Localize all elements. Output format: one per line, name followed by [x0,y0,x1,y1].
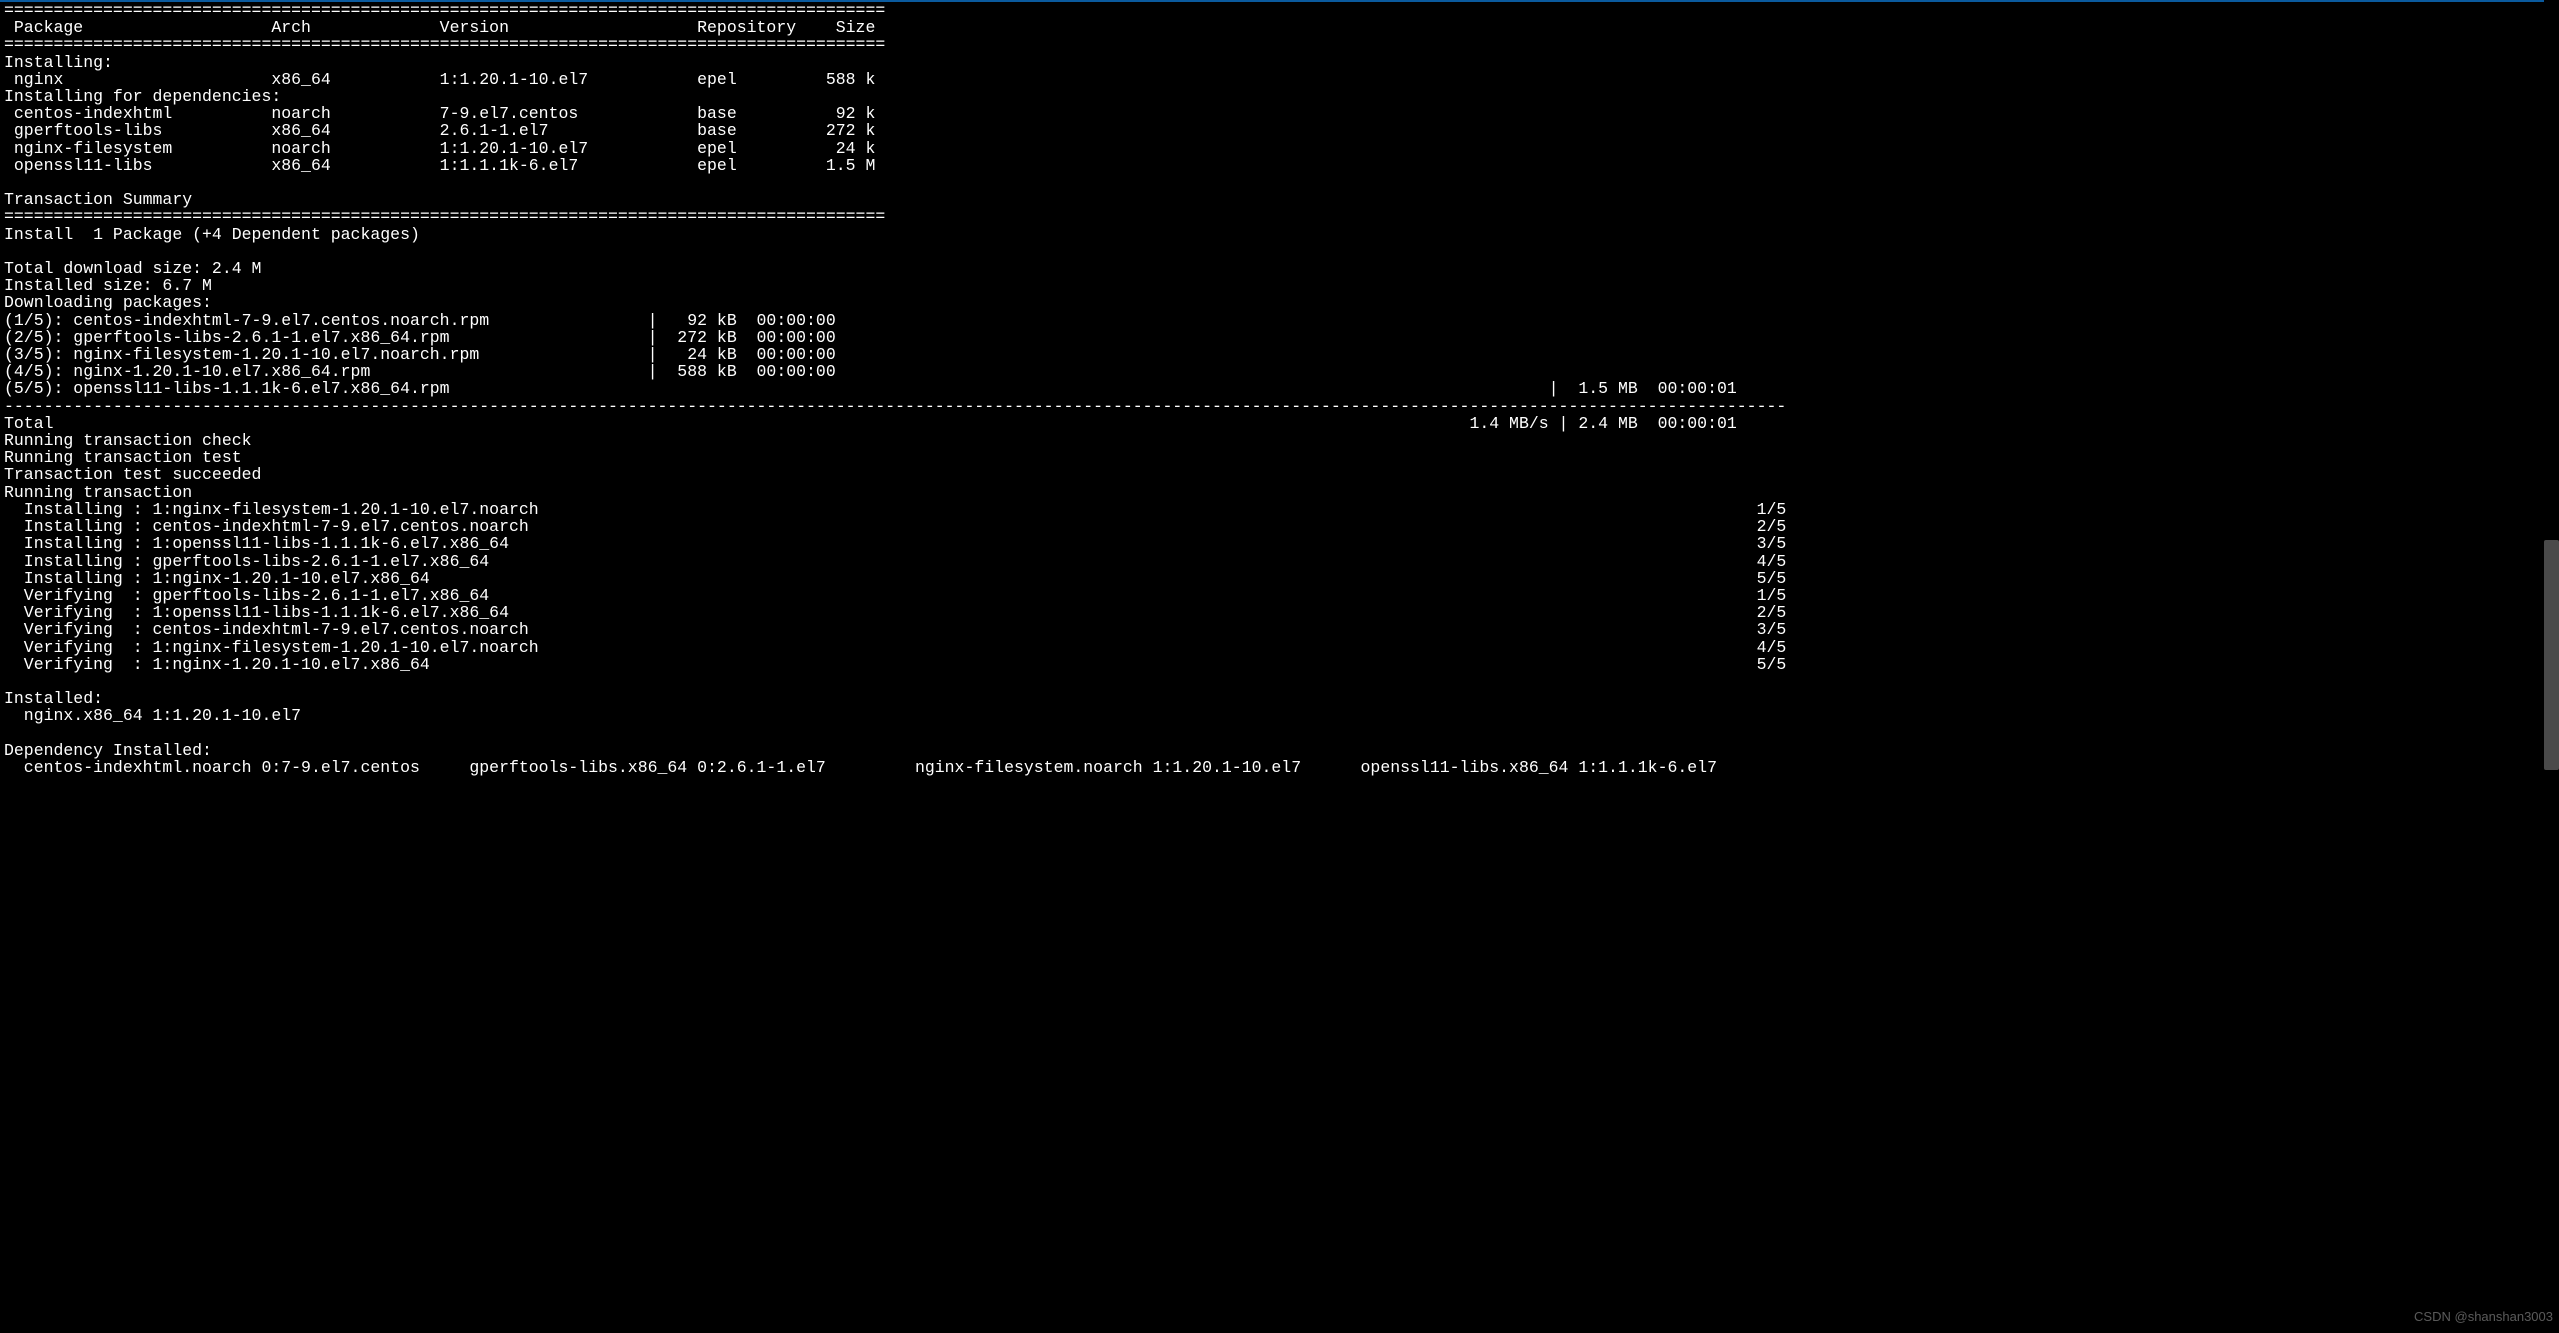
watermark-text: CSDN @shanshan3003 [2414,1308,2553,1325]
scrollbar-thumb[interactable] [2544,540,2559,770]
terminal-output[interactable]: ========================================… [0,2,2559,776]
vertical-scrollbar[interactable] [2544,0,2559,1331]
